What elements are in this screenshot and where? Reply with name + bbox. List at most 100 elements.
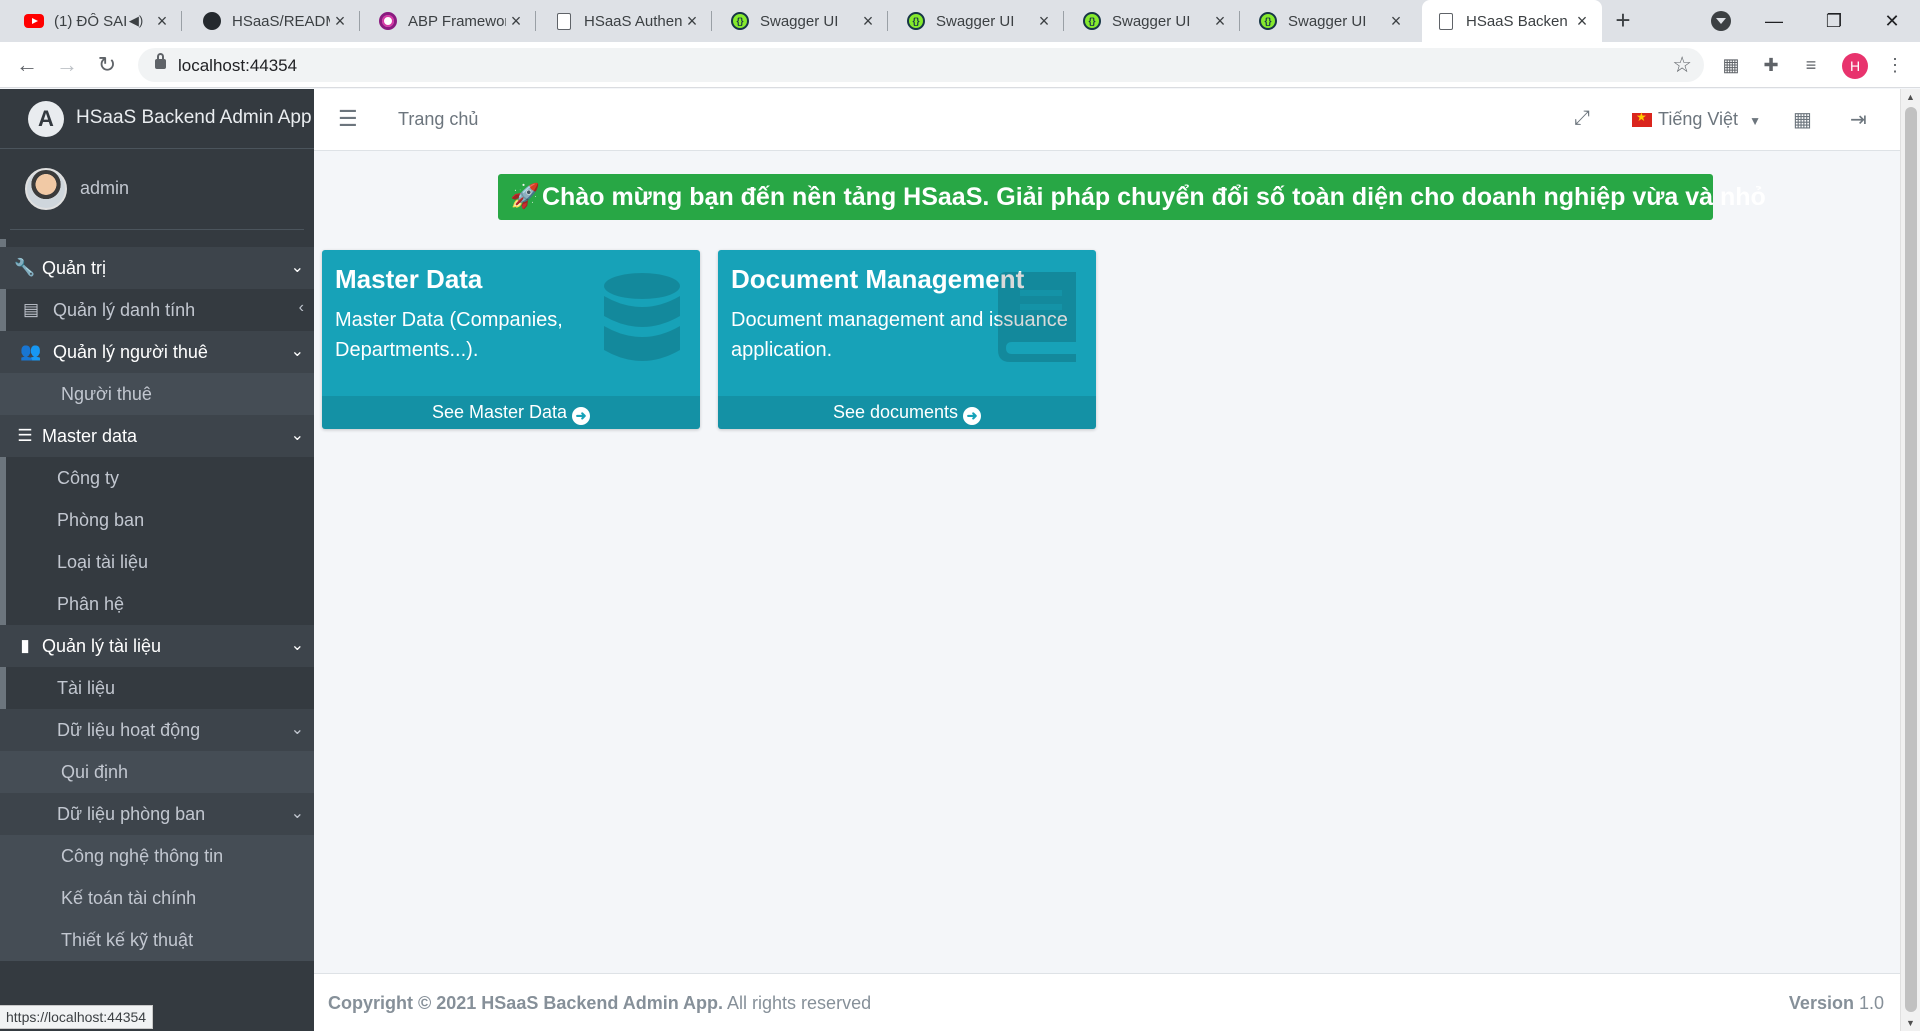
- tab-title: HSaaS Authen: [584, 12, 682, 30]
- url-text[interactable]: localhost:44354: [178, 56, 297, 76]
- sidebar-item-operation-data[interactable]: Dữ liệu hoạt động ⌄: [0, 709, 314, 751]
- extensions-icon[interactable]: ✚: [1760, 54, 1782, 76]
- close-tab-icon[interactable]: ×: [152, 11, 172, 32]
- sidebar-item-label: Loại tài liệu: [57, 551, 149, 572]
- sidebar-item-identity[interactable]: ▤ Quản lý danh tính ‹: [0, 289, 314, 331]
- chevron-down-icon: ⌄: [290, 805, 304, 822]
- vietnam-flag-icon[interactable]: [1632, 110, 1652, 127]
- browser-menu-icon[interactable]: ⋮: [1884, 54, 1906, 76]
- see-master-data-link[interactable]: See Master Data ➜: [322, 396, 700, 429]
- browser-tab[interactable]: HSaaS/READM ×: [188, 0, 360, 42]
- browser-tab-active[interactable]: HSaaS Backen ×: [1422, 0, 1602, 42]
- new-tab-button[interactable]: +: [1608, 6, 1638, 36]
- language-selector[interactable]: Tiếng Việt ▼: [1658, 109, 1761, 130]
- swagger-icon: {}: [1082, 11, 1102, 31]
- card-link-label: See Master Data: [431, 402, 568, 422]
- qr-code-icon[interactable]: ▦: [1720, 54, 1742, 76]
- language-label: Tiếng Việt: [1658, 109, 1739, 129]
- reload-button[interactable]: ↻: [92, 50, 122, 80]
- browser-tab[interactable]: (1) ĐÔ SAI ◀) ×: [10, 0, 182, 42]
- close-tab-icon[interactable]: ×: [1572, 11, 1592, 32]
- grid-apps-icon[interactable]: ▦: [1793, 107, 1812, 132]
- brand-title: HSaaS Backend Admin App: [76, 107, 312, 128]
- browser-tab[interactable]: {} Swagger UI ×: [716, 0, 888, 42]
- brand-link[interactable]: A HSaaS Backend Admin App: [0, 89, 314, 149]
- card-title: Document Management: [731, 264, 1025, 294]
- sidebar-item-department-data[interactable]: Dữ liệu phòng ban ⌄: [0, 793, 314, 835]
- browser-tab[interactable]: HSaaS Authen ×: [540, 0, 712, 42]
- sidebar-item-label: Người thuê: [61, 383, 152, 404]
- sidebar-item-label: Công ty: [57, 467, 120, 488]
- close-tab-icon[interactable]: ×: [1210, 11, 1230, 32]
- version-text: Version 1.0: [1789, 993, 1884, 1014]
- close-tab-icon[interactable]: ×: [1034, 11, 1054, 32]
- sidebar-item-accounting[interactable]: Kế toán tài chính: [0, 877, 314, 919]
- sidebar-item-regulations[interactable]: Qui định: [0, 751, 314, 793]
- close-window-button[interactable]: ✕: [1872, 6, 1912, 36]
- copyright-text: Copyright © 2021 HSaaS Backend Admin App…: [328, 993, 871, 1014]
- browser-tab[interactable]: ABP Framewor ×: [364, 0, 536, 42]
- user-name[interactable]: admin: [80, 178, 129, 199]
- sidebar-item-department[interactable]: Phòng ban: [0, 499, 314, 541]
- scrollbar-thumb[interactable]: [1905, 107, 1917, 1012]
- id-card-icon: ▤: [22, 300, 40, 319]
- sidebar-item-label: Qui định: [61, 761, 129, 782]
- browser-toolbar: ← → ↻ localhost:44354 ☆ ▦ ✚ ≡ H ⋮: [0, 42, 1920, 88]
- sidebar-item-label: Quản lý danh tính: [53, 299, 196, 320]
- restore-button[interactable]: ❐: [1814, 6, 1854, 36]
- sidebar-item-it[interactable]: Công nghệ thông tin: [0, 835, 314, 877]
- back-button[interactable]: ←: [12, 50, 42, 80]
- sidebar-item-engineering[interactable]: Thiết kế kỹ thuật: [0, 919, 314, 961]
- see-documents-link[interactable]: See documents ➜: [718, 396, 1096, 429]
- close-tab-icon[interactable]: ×: [682, 11, 702, 32]
- hamburger-menu-icon[interactable]: ☰: [338, 106, 358, 132]
- media-control-icon[interactable]: ≡: [1800, 54, 1822, 76]
- sidebar-item-label: Phân hệ: [57, 593, 125, 614]
- document-management-card: Document Management Document management …: [718, 250, 1096, 429]
- sidebar-item-company[interactable]: Công ty: [0, 457, 314, 499]
- tab-title: ABP Framewor: [408, 12, 506, 30]
- tab-search-icon[interactable]: [1711, 11, 1731, 31]
- browser-tab[interactable]: {} Swagger UI ×: [892, 0, 1064, 42]
- sidebar-item-module[interactable]: Phân hệ: [0, 583, 314, 625]
- browser-tab[interactable]: {} Swagger UI ×: [1244, 0, 1416, 42]
- sidebar-item-label: Phòng ban: [57, 509, 145, 530]
- forward-button[interactable]: →: [52, 50, 82, 80]
- scroll-up-icon[interactable]: ▲: [1906, 92, 1915, 102]
- sidebar-item-master-data[interactable]: ☰ Master data ⌄: [0, 415, 314, 457]
- browser-tab[interactable]: {} Swagger UI ×: [1068, 0, 1240, 42]
- scroll-down-icon[interactable]: ▼: [1906, 1018, 1915, 1028]
- fullscreen-icon[interactable]: ⤢: [1574, 107, 1590, 130]
- profile-avatar[interactable]: H: [1842, 53, 1868, 79]
- arrow-circle-right-icon: ➜: [963, 407, 982, 425]
- tab-title: HSaaS/READM: [232, 12, 330, 30]
- sidebar-item-quan-tri[interactable]: 🔧 Quản trị ⌄: [0, 247, 314, 289]
- sidebar-item-tenants[interactable]: Người thuê: [0, 373, 314, 415]
- sidebar-item-label: Dữ liệu phòng ban: [57, 803, 206, 824]
- speaker-icon[interactable]: ◀): [126, 11, 146, 31]
- logout-icon[interactable]: ⇥: [1850, 107, 1867, 132]
- sidebar-item-tenant-management[interactable]: 👥 Quản lý người thuê ⌄: [0, 331, 314, 373]
- arrow-circle-right-icon: ➜: [572, 407, 591, 425]
- chevron-down-icon: ⌄: [290, 259, 304, 276]
- close-tab-icon[interactable]: ×: [858, 11, 878, 32]
- sidebar-item-document-type[interactable]: Loại tài liệu: [0, 541, 314, 583]
- sidebar: A HSaaS Backend Admin App admin 🔧 Quản t…: [0, 89, 314, 1031]
- user-panel[interactable]: admin: [10, 149, 304, 230]
- close-tab-icon[interactable]: ×: [1386, 11, 1406, 32]
- minimize-button[interactable]: —: [1754, 6, 1794, 36]
- close-tab-icon[interactable]: ×: [330, 11, 350, 32]
- sidebar-item-documents[interactable]: Tài liệu: [0, 667, 314, 709]
- breadcrumb-home[interactable]: Trang chủ: [398, 109, 478, 130]
- lock-icon[interactable]: [155, 53, 166, 69]
- sidebar-item-label: Kế toán tài chính: [61, 887, 197, 908]
- close-tab-icon[interactable]: ×: [506, 11, 526, 32]
- book-icon: ▮: [20, 636, 30, 655]
- address-bar[interactable]: localhost:44354 ☆: [138, 48, 1704, 82]
- bookmark-star-icon[interactable]: ☆: [1672, 52, 1692, 78]
- sidebar-item-label: Quản trị: [42, 257, 107, 278]
- sidebar-item-document-management[interactable]: ▮ Quản lý tài liệu ⌄: [0, 625, 314, 667]
- page-icon: [1436, 11, 1456, 31]
- page-scrollbar[interactable]: ▲ ▼: [1900, 89, 1920, 1031]
- users-icon: 👥: [20, 342, 42, 361]
